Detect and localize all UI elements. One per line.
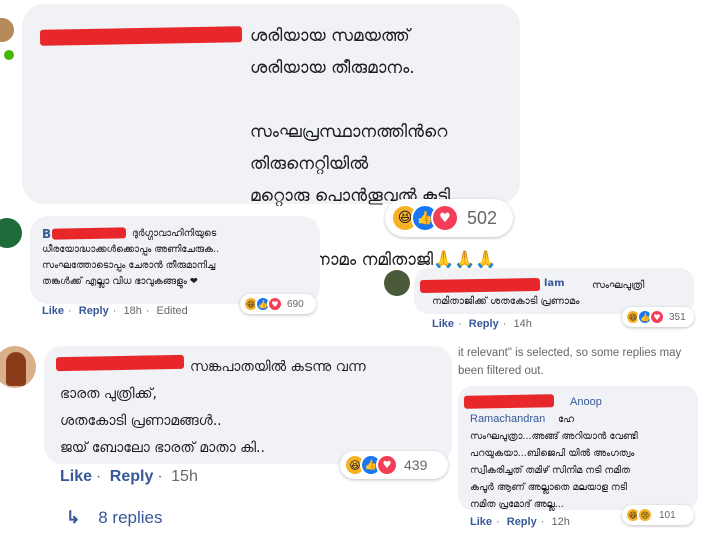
reply-arrow-icon: ↳ [66, 508, 81, 527]
timestamp[interactable]: 18h [123, 305, 141, 317]
like-link[interactable]: Like [42, 305, 64, 317]
avatar-figure [6, 352, 26, 386]
timestamp[interactable]: 12h [551, 516, 569, 528]
reply-link[interactable]: Reply [110, 468, 154, 485]
reaction-count-2: 690 [287, 298, 304, 310]
filter-notice: it relevant" is selected, so some replie… [458, 347, 682, 377]
reply-link[interactable]: Reply [79, 305, 109, 317]
reaction-count-3: 351 [669, 311, 686, 323]
timestamp[interactable]: 15h [171, 468, 198, 485]
comment-actions-5: Like · Reply · 12h [470, 516, 570, 528]
comment-text-3: സംഘപുത്രി നമിതാജിക്ക് ശതകോടി പ്രണാമം [432, 280, 645, 307]
edited-label[interactable]: Edited [157, 305, 188, 317]
commenter-avatar-3[interactable] [384, 270, 410, 296]
sad-icon: 😢 [637, 507, 653, 523]
love-icon: ♥ [431, 204, 459, 232]
reaction-summary-5[interactable]: 😆 😢 101 [622, 505, 694, 525]
love-icon: ♥ [267, 296, 283, 312]
like-link[interactable]: Like [432, 318, 454, 330]
timestamp[interactable]: 14h [513, 318, 531, 330]
love-icon: ♥ [649, 309, 665, 325]
replies-count: 8 replies [98, 508, 163, 527]
comment-text-4: സങ്കപാതയിൽ കടന്നു വന്ന ഭാരത പുത്രിക്ക്, … [60, 359, 366, 456]
comment-text-5: ഹേ സംഘപുത്രാ...അങ്ങ് അറിയാൻ വേണ്ടി പറയുക… [470, 414, 638, 510]
reply-link[interactable]: Reply [507, 516, 537, 528]
comment-text-2: ദുർഗ്ഗാവാഹിനിയുടെ ധീരയോദ്ധാക്കൾക്കൊപ്പം … [42, 228, 220, 287]
reaction-summary-2[interactable]: 😆 👍 ♥ 690 [240, 294, 316, 314]
online-status-dot [2, 48, 16, 62]
like-link[interactable]: Like [60, 468, 92, 485]
comment-actions-2: Like · Reply · 18h · Edited [42, 305, 188, 317]
reply-link[interactable]: Reply [469, 318, 499, 330]
reaction-count-5: 101 [659, 509, 676, 521]
commenter-avatar-2[interactable] [0, 218, 22, 248]
comment-actions-4: Like · Reply · 15h [60, 468, 198, 485]
reaction-summary-1[interactable]: 😆 👍 ♥ 502 [385, 199, 513, 237]
reaction-count-4: 439 [404, 457, 428, 473]
reaction-summary-4[interactable]: 😆 👍 ♥ 439 [340, 451, 448, 479]
like-link[interactable]: Like [470, 516, 492, 528]
reaction-count-1: 502 [467, 207, 498, 228]
view-replies-link[interactable]: ↳ 8 replies [66, 508, 163, 528]
comment-actions-3: Like · Reply · 14h [432, 318, 532, 330]
reaction-summary-3[interactable]: 😆 👍 ♥ 351 [622, 307, 694, 327]
love-icon: ♥ [376, 454, 398, 476]
commenter-avatar-1[interactable] [0, 18, 14, 42]
